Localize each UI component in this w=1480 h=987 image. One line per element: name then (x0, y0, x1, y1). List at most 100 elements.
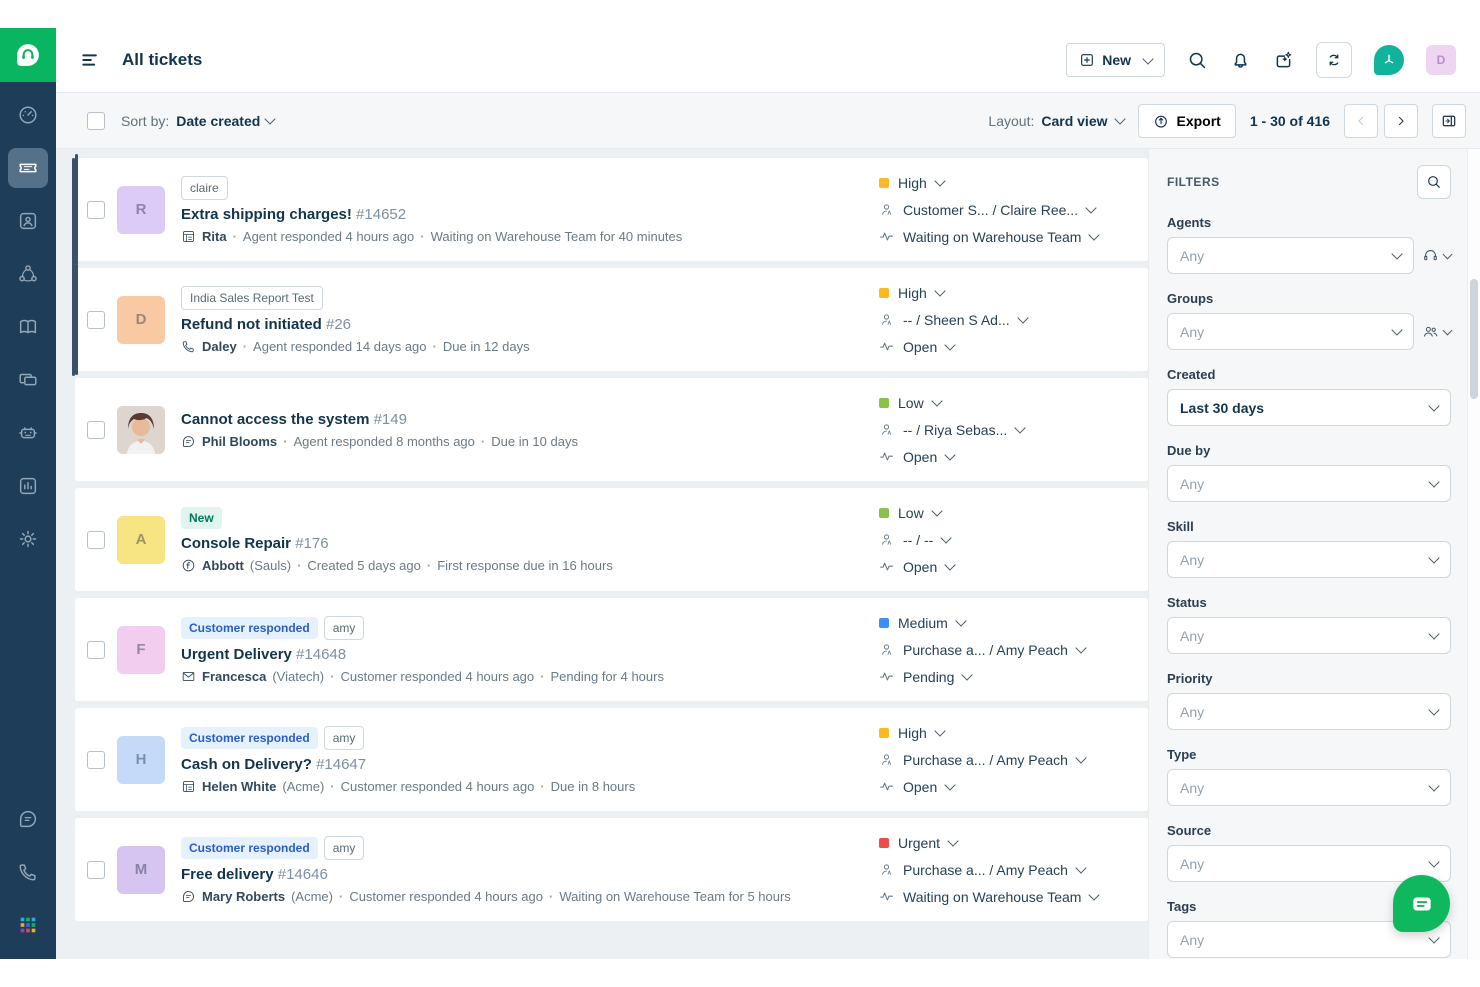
ticket-card[interactable]: Cannot access the system #149 Phil Bloom… (75, 378, 1148, 481)
ticket-card[interactable]: F Customer responded amy Urgent Delivery … (75, 598, 1148, 701)
filter-select-groups[interactable]: Any (1167, 313, 1414, 350)
filter-select-due-by[interactable]: Any (1167, 465, 1451, 502)
priority-label: High (898, 174, 927, 191)
assignee-dropdown[interactable]: -- / Riya Sebas... (879, 422, 1134, 438)
knowledge-base-icon[interactable] (8, 307, 48, 347)
tag-badge[interactable]: claire (181, 175, 228, 200)
status-badge[interactable]: Customer responded (181, 616, 318, 639)
priority-dropdown[interactable]: Low (879, 505, 1134, 521)
forums-icon[interactable] (8, 360, 48, 400)
feedback-icon[interactable] (8, 799, 48, 839)
status-badge[interactable]: Customer responded (181, 726, 318, 749)
ticket-title[interactable]: Extra shipping charges! (181, 206, 352, 223)
freshdesk-logo[interactable] (0, 28, 56, 82)
priority-dropdown[interactable]: Medium (879, 615, 1134, 631)
priority-label: High (898, 284, 927, 301)
notifications-bell-icon[interactable] (1230, 50, 1251, 71)
prev-page-button[interactable] (1344, 103, 1378, 138)
freshworks-switcher-icon[interactable] (1374, 45, 1404, 75)
app-window: All tickets New D Sort by: Date created (0, 28, 1480, 959)
status-dropdown[interactable]: Open (879, 559, 1134, 575)
tag-badge[interactable]: amy (323, 615, 365, 640)
expand-panel-button[interactable] (1432, 103, 1466, 138)
status-dropdown[interactable]: Open (879, 779, 1134, 795)
filter-select-type[interactable]: Any (1167, 769, 1451, 806)
ticket-title[interactable]: Cash on Delivery? (181, 756, 312, 773)
status-dropdown[interactable]: Open (879, 339, 1134, 355)
new-ticket-button[interactable]: New (1066, 43, 1165, 77)
ticket-title[interactable]: Refund not initiated (181, 316, 322, 333)
status-badge[interactable]: Customer responded (181, 836, 318, 859)
tag-badge[interactable]: India Sales Report Test (181, 285, 323, 310)
assignee-dropdown[interactable]: Customer S... / Claire Ree... (879, 202, 1134, 218)
social-icon[interactable] (8, 254, 48, 294)
layout-value[interactable]: Card view (1041, 113, 1107, 129)
ticket-checkbox[interactable] (87, 420, 105, 439)
priority-dropdown[interactable]: Urgent (879, 835, 1134, 851)
admin-settings-icon[interactable] (8, 519, 48, 559)
analytics-icon[interactable] (8, 466, 48, 506)
assignee-dropdown[interactable]: Purchase a... / Amy Peach (879, 752, 1134, 768)
filter-search-button[interactable] (1417, 165, 1451, 199)
ticket-checkbox[interactable] (87, 750, 105, 769)
status-dropdown[interactable]: Open (879, 449, 1134, 465)
ticket-checkbox[interactable] (87, 310, 105, 329)
contacts-icon[interactable] (8, 201, 48, 241)
whats-new-icon[interactable] (1273, 50, 1294, 71)
ticket-card[interactable]: M Customer responded amy Free delivery #1… (75, 818, 1148, 921)
user-avatar[interactable]: D (1426, 45, 1456, 75)
collapse-list-icon[interactable] (80, 50, 100, 70)
ticket-title[interactable]: Free delivery (181, 866, 274, 883)
filter-select-source[interactable]: Any (1167, 845, 1451, 882)
ticket-checkbox[interactable] (87, 640, 105, 659)
ticket-checkbox[interactable] (87, 860, 105, 879)
tickets-icon[interactable] (8, 148, 48, 188)
ticket-card[interactable]: H Customer responded amy Cash on Delivery… (75, 708, 1148, 811)
bots-icon[interactable] (8, 413, 48, 453)
tag-badge[interactable]: amy (323, 835, 365, 860)
ticket-card[interactable]: D India Sales Report Test Refund not ini… (75, 264, 1148, 375)
filter-select-priority[interactable]: Any (1167, 693, 1451, 730)
assignee-dropdown[interactable]: Purchase a... / Amy Peach (879, 862, 1134, 878)
page-scrollbar[interactable] (1467, 149, 1480, 959)
search-icon[interactable] (1187, 50, 1208, 71)
status-dropdown[interactable]: Waiting on Warehouse Team (879, 229, 1134, 245)
page-scrollbar-thumb[interactable] (1470, 279, 1478, 399)
assignee-dropdown[interactable]: Purchase a... / Amy Peach (879, 642, 1134, 658)
select-all-checkbox[interactable] (87, 111, 105, 130)
dashboard-icon[interactable] (8, 95, 48, 135)
priority-dropdown[interactable]: Low (879, 395, 1134, 411)
filter-select-created[interactable]: Last 30 days (1167, 389, 1451, 426)
pagination-count: 1 - 30 of 416 (1249, 112, 1330, 129)
assignee-dropdown[interactable]: -- / -- (879, 532, 1134, 548)
ticket-title[interactable]: Console Repair (181, 535, 291, 552)
chat-fab-button[interactable] (1393, 875, 1450, 932)
apps-grid-icon[interactable] (8, 905, 48, 945)
sort-by-value[interactable]: Date created (176, 113, 260, 129)
headset-icon-toggle[interactable] (1422, 247, 1453, 264)
next-page-button[interactable] (1384, 103, 1418, 138)
filter-select-skill[interactable]: Any (1167, 541, 1451, 578)
priority-color-square (879, 507, 889, 518)
assignee-dropdown[interactable]: -- / Sheen S Ad... (879, 312, 1134, 328)
ticket-title[interactable]: Cannot access the system (181, 411, 369, 428)
priority-dropdown[interactable]: High (879, 175, 1134, 191)
status-badge[interactable]: New (181, 506, 222, 529)
filter-select-status[interactable]: Any (1167, 617, 1451, 654)
switcher-icon[interactable] (1316, 42, 1352, 78)
status-dropdown[interactable]: Waiting on Warehouse Team (879, 889, 1134, 905)
chevron-down-icon (1113, 113, 1126, 125)
people-icon-toggle[interactable] (1422, 323, 1453, 340)
priority-dropdown[interactable]: High (879, 285, 1134, 301)
tag-badge[interactable]: amy (323, 725, 365, 750)
priority-dropdown[interactable]: High (879, 725, 1134, 741)
phone-icon[interactable] (8, 852, 48, 892)
ticket-title[interactable]: Urgent Delivery (181, 646, 292, 663)
ticket-checkbox[interactable] (87, 530, 105, 549)
ticket-card[interactable]: A New Console Repair #176 Abbott (Sauls) … (75, 488, 1148, 591)
ticket-card[interactable]: R claire Extra shipping charges! #14652 … (75, 154, 1148, 265)
filter-select-agents[interactable]: Any (1167, 237, 1414, 274)
export-button[interactable]: Export (1137, 103, 1236, 138)
ticket-checkbox[interactable] (87, 200, 105, 219)
status-dropdown[interactable]: Pending (879, 669, 1134, 685)
